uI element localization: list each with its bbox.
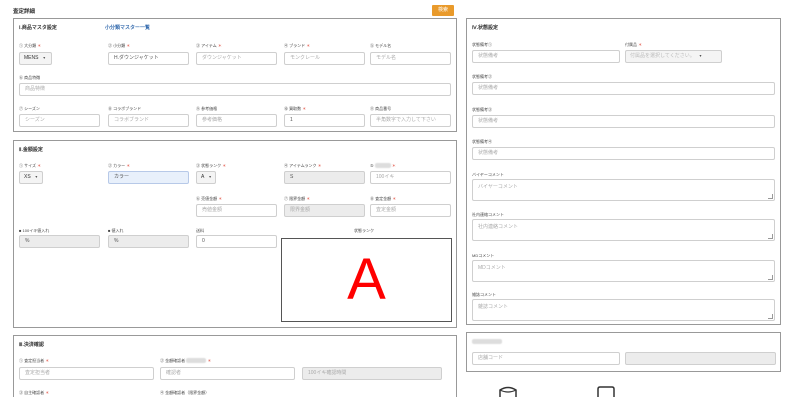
size-select[interactable]: XS ▼ (19, 171, 43, 184)
field-label: ⑨ 参考価格 (196, 106, 218, 111)
field-label: ④ 金額確認者（限界金額） (160, 390, 210, 395)
field-label: ■ 100イキ値入れ (19, 228, 50, 233)
chevron-down-icon: ▼ (34, 175, 39, 179)
assessor-input[interactable]: 査定担当者 (19, 367, 154, 380)
redacted-title (472, 339, 502, 345)
field-label: 付属品 ＊ (625, 42, 643, 47)
shipping-input[interactable]: 0 (196, 235, 277, 248)
redacted-text (186, 358, 207, 364)
pricing-panel: Ⅱ.金額設定 ① サイズ ＊ XS ▼ ② カラー ＊ カラー ③ 状態ランク ＊… (13, 140, 457, 328)
store-code-input[interactable]: 店舗コード (472, 352, 620, 365)
buyer-comment-textarea[interactable]: バイヤーコメント (472, 179, 775, 201)
field-label: ③ 自主確認者 ＊ (19, 390, 50, 395)
rank-letter: A (347, 247, 386, 312)
field-label: ③ アイテム ＊ (196, 43, 222, 48)
chevron-down-icon: ▼ (42, 56, 46, 60)
store-name-display (625, 352, 776, 365)
redacted-text (374, 163, 391, 169)
field-label: ② 金額確認者 ＊ (160, 358, 212, 364)
resize-handle-icon[interactable] (768, 194, 773, 199)
field-label: 状態備考③ (472, 107, 492, 112)
approval-section-title: Ⅲ.決済確認 (19, 342, 44, 348)
resize-handle-icon[interactable] (768, 275, 773, 280)
rank-box-label: 状態ランク (354, 228, 374, 233)
field-label: 状態備考② (472, 74, 492, 79)
brand-input[interactable]: モンクレール (284, 52, 365, 65)
sale-price-input[interactable]: 売値金額 (196, 204, 277, 217)
field-label: ⑦ シーズン (19, 106, 40, 111)
model-name-input[interactable]: モデル名 (370, 52, 451, 65)
master-section-title: Ⅰ.商品マスタ設定 (19, 25, 57, 31)
field-label: 雑誌コメント (472, 292, 496, 297)
field-label: ⑧ コラボブランド (108, 106, 142, 111)
field-label: ② カラー ＊ (108, 163, 131, 168)
collab-brand-input[interactable]: コラボブランド (108, 114, 189, 127)
field-label: ⑥ 商品特徴 (19, 75, 41, 80)
field-label: ③ 状態ランク ＊ (196, 163, 227, 168)
resize-handle-icon[interactable] (768, 234, 773, 239)
master-settings-panel: Ⅰ.商品マスタ設定 小分類マスター一覧 ① 大分類 ＊ MENS ▼ ② 小分類 … (13, 18, 457, 132)
subcategory-master-link[interactable]: 小分類マスター一覧 (105, 24, 150, 31)
item-rank-input: S (284, 171, 365, 184)
season-input[interactable]: シーズン (19, 114, 100, 127)
magazine-comment-textarea[interactable]: 雑誌コメント (472, 299, 775, 321)
store-code-panel: 店舗コード (466, 332, 781, 372)
pricing-section-title: Ⅱ.金額設定 (19, 147, 43, 153)
reference-price-input[interactable]: 参考価格 (196, 114, 277, 127)
subcategory-input[interactable]: H.ダウンジャケット (108, 52, 189, 65)
resize-handle-icon[interactable] (768, 314, 773, 319)
field-label: ⑪ 商品番号 (370, 106, 392, 111)
internal-comment-textarea[interactable]: 社内連絡コメント (472, 219, 775, 241)
purchase-quantity-input[interactable]: 1 (284, 114, 365, 127)
color-input[interactable]: カラー (108, 171, 189, 184)
condition-panel: Ⅳ.状態設定 状態備考① 状態備考 付属品 ＊ 付属品を選択してください。 ▼ 状… (466, 18, 781, 325)
search-button[interactable]: 検索 (432, 5, 454, 16)
field-label: 状態備考① (472, 42, 492, 47)
approval-panel: Ⅲ.決済確認 ① 査定担当者 ＊ 査定担当者 ② 金額確認者 ＊ 確認者 100… (13, 335, 457, 397)
item-input[interactable]: ダウンジャケット (196, 52, 277, 65)
document-icon[interactable] (597, 386, 615, 397)
product-number-input[interactable]: 半角数字で入力して下さい (370, 114, 451, 127)
field-label: ④ ブランド ＊ (284, 43, 311, 48)
field-label: バイヤーコメント (472, 172, 504, 177)
condition-section-title: Ⅳ.状態設定 (472, 25, 499, 31)
field-label: ① 査定担当者 ＊ (19, 358, 50, 363)
field-label: MDコメント (472, 253, 495, 258)
limit-price-input: 限界金額 (284, 204, 365, 217)
page-title: 査定詳細 (13, 9, 36, 15)
field-label: 送料 (196, 228, 204, 233)
markup-100-input: % (19, 235, 100, 248)
field-label: ⑧ 査定金額 ＊ (370, 196, 397, 201)
field-label: ① 大分類 ＊ (19, 43, 42, 48)
field-label: ⑤ ＊ (370, 163, 396, 169)
field-label: ⑦ 限界金額 ＊ (284, 196, 311, 201)
field-label: ■ 値入れ (108, 228, 124, 233)
condition-note-1-input[interactable]: 状態備考 (472, 50, 620, 63)
markup-input: % (108, 235, 189, 248)
fifth-input[interactable]: 100イキ (370, 171, 451, 184)
condition-rank-display: A (281, 238, 452, 322)
field-label: ④ アイテムランク ＊ (284, 163, 322, 168)
chevron-down-icon: ▼ (698, 54, 703, 58)
product-features-input[interactable]: 商品特徴 (19, 83, 451, 96)
major-category-select[interactable]: MENS ▼ (19, 52, 52, 65)
condition-note-3-input[interactable]: 状態備考 (472, 115, 775, 128)
field-label: ① サイズ ＊ (19, 163, 42, 168)
field-label: 社内連絡コメント (472, 212, 504, 217)
field-label: ② 小分類 ＊ (108, 43, 131, 48)
md-comment-textarea[interactable]: MDコメント (472, 260, 775, 282)
condition-note-2-input[interactable]: 状態備考 (472, 82, 775, 95)
condition-note-4-input[interactable]: 状態備考 (472, 147, 775, 160)
field-label: ⑤ モデル名 (370, 43, 392, 48)
field-label: ⑥ 売値金額 ＊ (196, 196, 223, 201)
field-label: ⑩ 買取数 ＊ (284, 106, 307, 111)
condition-rank-select[interactable]: A ▼ (196, 171, 216, 184)
assessment-price-input[interactable]: 査定金額 (370, 204, 451, 217)
field-label: 状態備考④ (472, 139, 492, 144)
check-time-input: 100イキ確認時間 (302, 367, 442, 380)
chevron-down-icon: ▼ (208, 175, 212, 179)
accessory-select[interactable]: 付属品を選択してください。 ▼ (625, 50, 722, 63)
price-checker-input[interactable]: 確認者 (160, 367, 295, 380)
cylinder-icon[interactable] (499, 386, 517, 397)
